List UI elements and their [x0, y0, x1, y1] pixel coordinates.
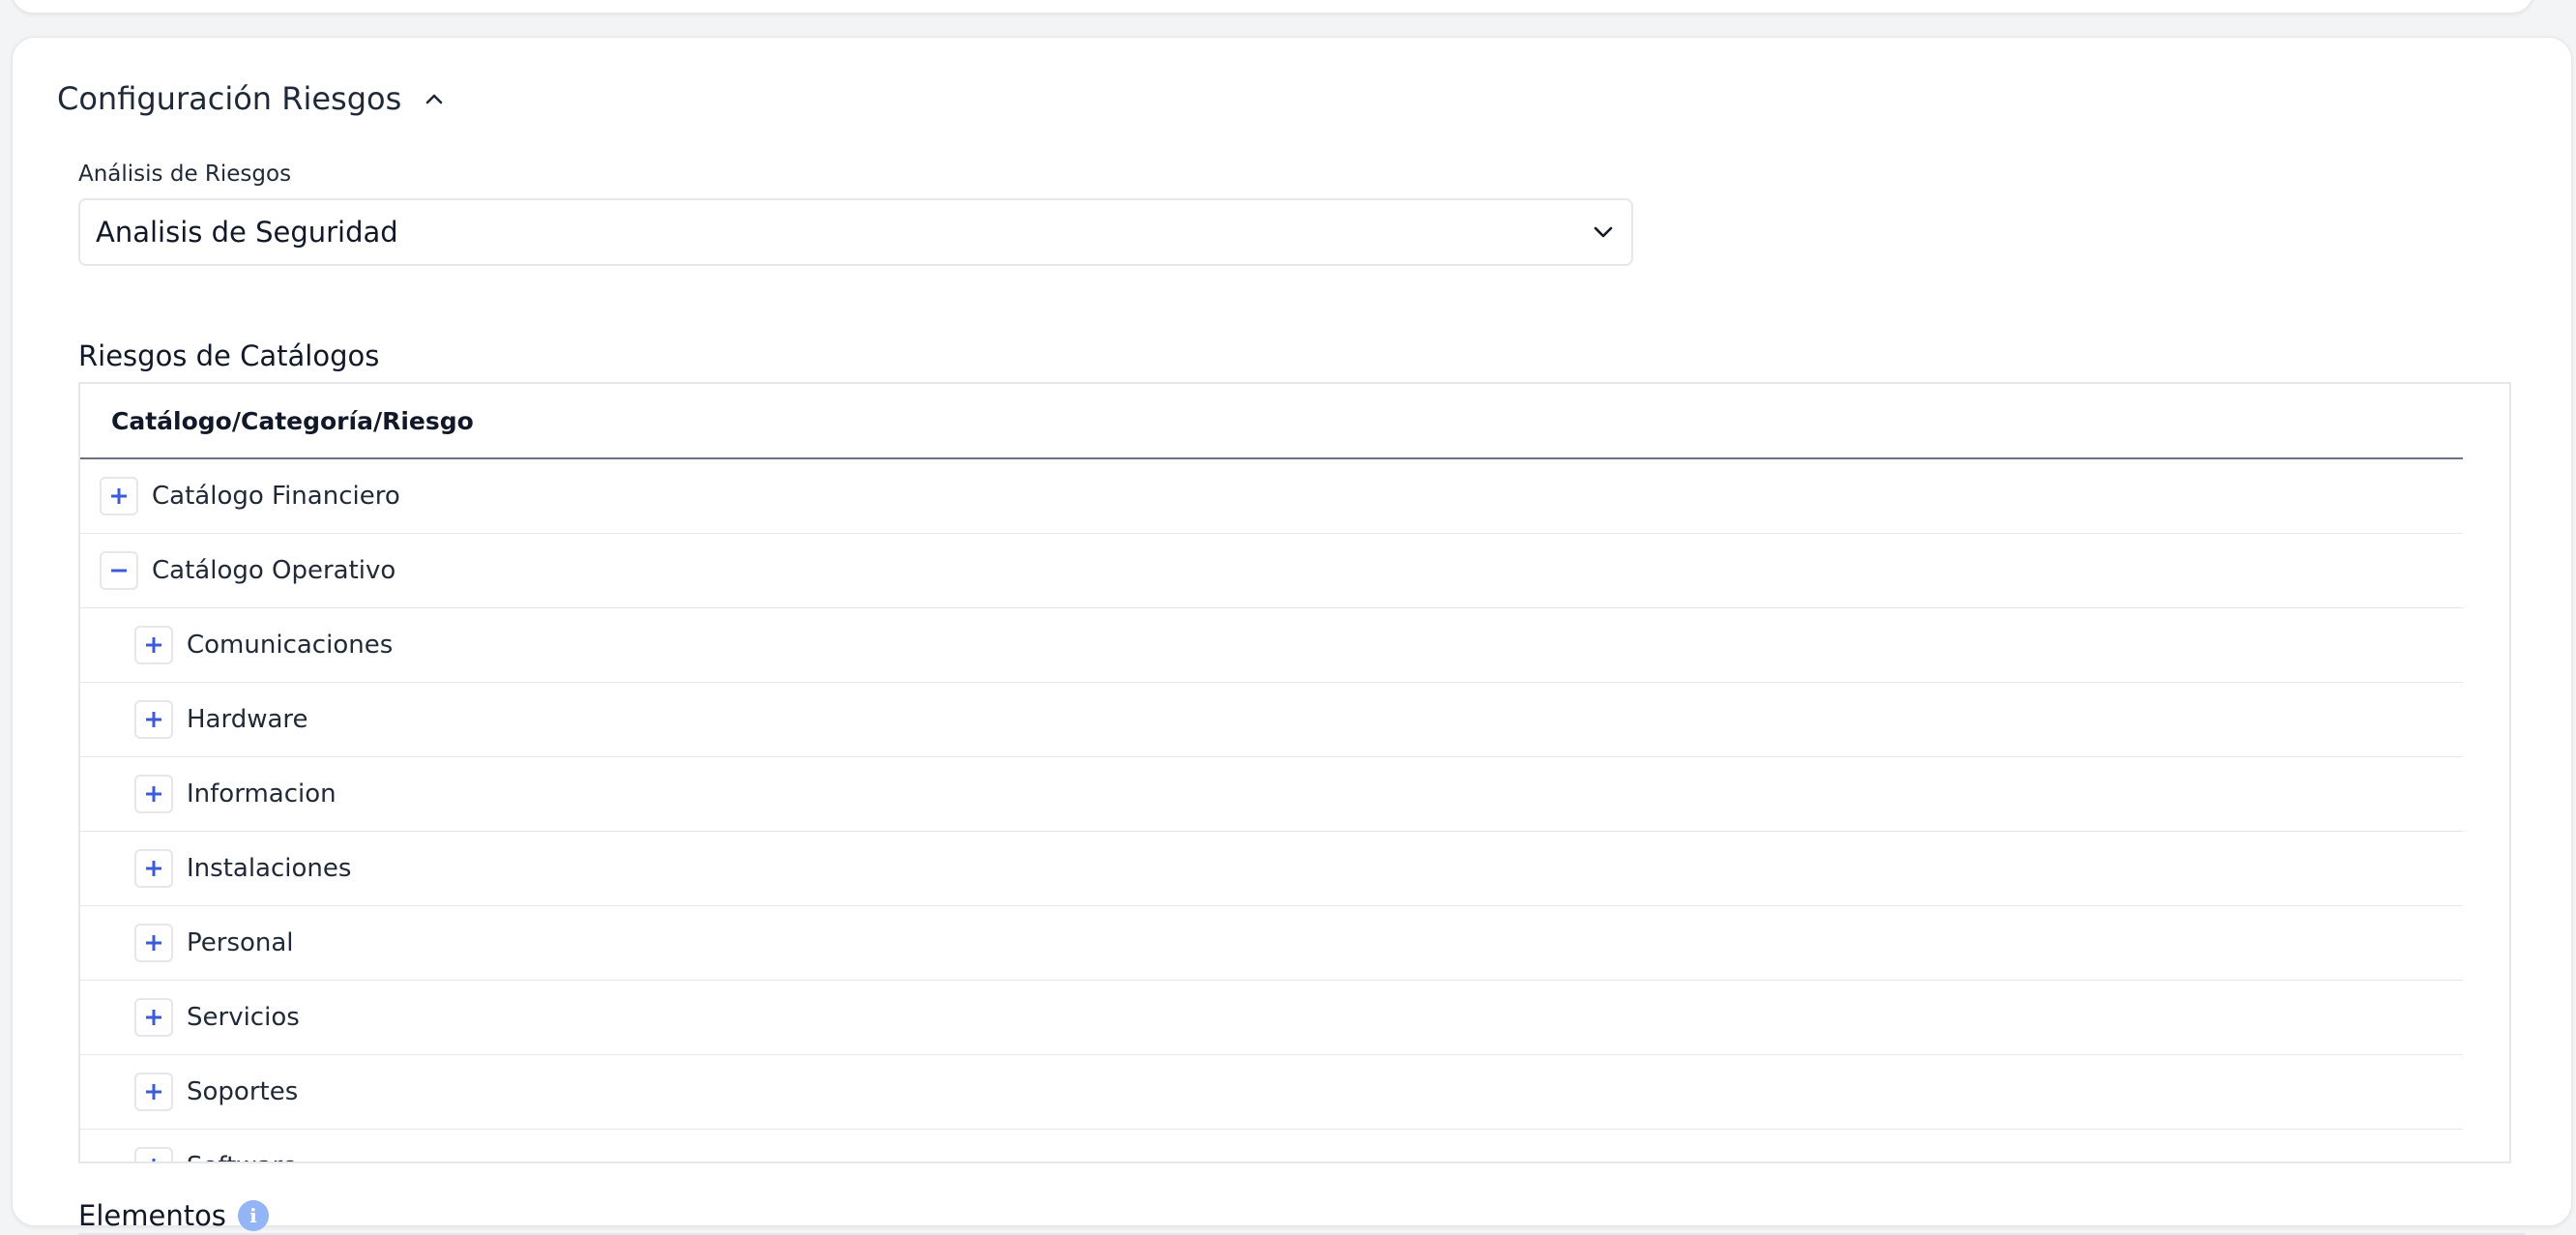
tree-row: Soportes [80, 1055, 2463, 1130]
expand-plus-icon[interactable] [134, 998, 173, 1037]
tree-row: Catálogo Operativo [80, 534, 2463, 608]
expand-plus-icon[interactable] [134, 775, 173, 813]
tree-row-label: Soportes [187, 1077, 299, 1106]
tree-row: Informacion [80, 757, 2463, 832]
tree-row-label: Servicios [187, 1003, 300, 1032]
tree-row-label: Instalaciones [187, 854, 352, 883]
section-title: Configuración Riesgos [57, 80, 402, 117]
risk-config-card: Configuración Riesgos Análisis de Riesgo… [12, 37, 2572, 1235]
info-icon[interactable]: i [237, 1200, 269, 1231]
previous-card [12, 0, 2533, 14]
analysis-select[interactable]: Analisis de Seguridad [78, 198, 1633, 266]
tree-row-label: Personal [187, 928, 294, 957]
catalog-tree-table: Catálogo/Categoría/Riesgo Catálogo Finan… [78, 382, 2511, 1163]
catalog-section-title: Riesgos de Catálogos [78, 339, 380, 372]
tree-row-label: Catálogo Financiero [152, 482, 400, 511]
elements-title: Elementos [78, 1199, 226, 1232]
analysis-label: Análisis de Riesgos [78, 162, 292, 187]
tree-row: Servicios [80, 981, 2463, 1055]
collapse-minus-icon[interactable] [100, 551, 138, 590]
tree-row-label: Comunicaciones [187, 631, 394, 660]
tree-row: Catálogo Financiero [80, 459, 2463, 534]
tree-body: Catálogo Financiero Catálogo Operativo Com… [80, 459, 2509, 1161]
tree-row-label: Hardware [187, 705, 308, 734]
chevron-up-icon[interactable] [423, 87, 446, 110]
tree-row-label: Software [187, 1152, 298, 1161]
expand-plus-icon[interactable] [134, 924, 173, 962]
tree-row: Instalaciones [80, 832, 2463, 906]
expand-plus-icon[interactable] [134, 626, 173, 664]
tree-row-label: Informacion [187, 779, 337, 809]
elements-header: Elementos i [78, 1196, 269, 1235]
expand-plus-icon[interactable] [134, 1073, 173, 1111]
tree-row-label: Catálogo Operativo [152, 556, 396, 585]
tree-row: Hardware [80, 683, 2463, 757]
expand-plus-icon[interactable] [134, 1147, 173, 1161]
expand-plus-icon[interactable] [100, 477, 138, 515]
tree-row: Personal [80, 906, 2463, 981]
tree-row: Software [80, 1130, 2463, 1161]
chevron-down-icon[interactable] [1591, 220, 1616, 245]
expand-plus-icon[interactable] [134, 849, 173, 888]
column-header: Catálogo/Categoría/Riesgo [80, 384, 2463, 459]
expand-plus-icon[interactable] [134, 700, 173, 739]
tree-row: Comunicaciones [80, 608, 2463, 683]
section-header-toggle[interactable]: Configuración Riesgos [57, 74, 446, 123]
analysis-selected-value: Analisis de Seguridad [96, 216, 398, 249]
